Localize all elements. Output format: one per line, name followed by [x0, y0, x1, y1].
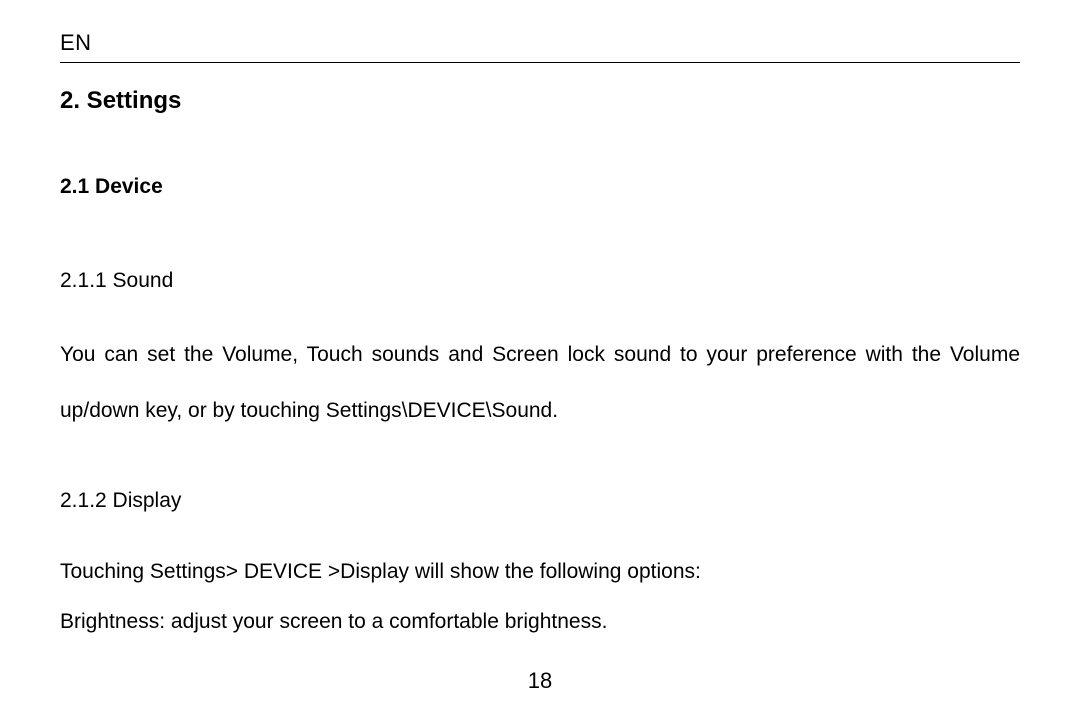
language-header: EN — [60, 30, 1020, 63]
item-option-brightness: Brightness: adjust your screen to a comf… — [60, 597, 1020, 647]
document-page: EN 2. Settings 2.1 Device 2.1.1 Sound Yo… — [0, 0, 1080, 712]
page-number: 18 — [0, 668, 1080, 694]
item-intro-display: Touching Settings> DEVICE >Display will … — [60, 547, 1020, 597]
item-body-sound: You can set the Volume, Touch sounds and… — [60, 327, 1020, 439]
section-title: 2. Settings — [60, 87, 1020, 115]
item-heading-display: 2.1.2 Display — [60, 489, 1020, 513]
item-heading-sound: 2.1.1 Sound — [60, 269, 1020, 293]
subsection-title: 2.1 Device — [60, 175, 1020, 199]
